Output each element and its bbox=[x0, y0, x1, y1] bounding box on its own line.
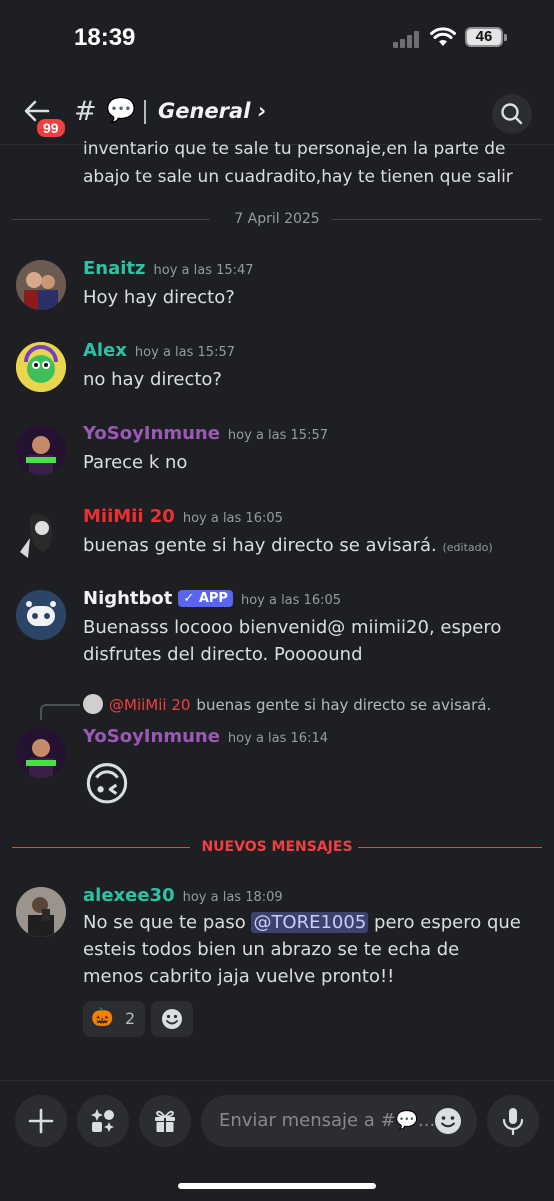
home-indicator bbox=[178, 1183, 376, 1189]
message-input-placeholder: Enviar mensaje a #💬... bbox=[219, 1110, 436, 1131]
avatar[interactable] bbox=[16, 508, 66, 558]
avatar[interactable] bbox=[16, 260, 66, 310]
date-label: 7 April 2025 bbox=[234, 211, 320, 227]
edited-label: (editado) bbox=[442, 541, 493, 554]
author-name[interactable]: YoSoyInmune hoy a las 16:14 bbox=[83, 726, 328, 747]
message-emoji: 🙃 bbox=[83, 757, 131, 811]
message-composer: Enviar mensaje a #💬... bbox=[0, 1080, 554, 1201]
timestamp: hoy a las 15:57 bbox=[134, 345, 235, 360]
message-input[interactable]: Enviar mensaje a #💬... bbox=[201, 1095, 477, 1147]
message-text: No se que te paso @TORE1005 pero espero … bbox=[83, 912, 521, 987]
timestamp: hoy a las 16:14 bbox=[227, 731, 328, 746]
author-name[interactable]: Enaitz hoy a las 15:47 bbox=[83, 258, 254, 279]
attach-button[interactable] bbox=[15, 1095, 67, 1147]
avatar[interactable] bbox=[16, 590, 66, 640]
user-mention[interactable]: @TORE1005 bbox=[251, 912, 369, 933]
new-messages-separator: NUEVOS MENSAJES bbox=[12, 838, 542, 858]
status-bar: 18:39 46 bbox=[0, 0, 554, 70]
battery-level: 46 bbox=[475, 28, 493, 45]
message-text: no hay directo? bbox=[83, 369, 222, 390]
search-icon bbox=[501, 103, 523, 125]
reaction-pill[interactable]: 🎃 2 bbox=[83, 1001, 145, 1037]
reply-avatar bbox=[83, 694, 103, 714]
app-badge: ✓ APP bbox=[178, 590, 233, 607]
timestamp: hoy a las 15:47 bbox=[153, 263, 254, 278]
author-name[interactable]: Alex hoy a las 15:57 bbox=[83, 340, 235, 361]
apps-button[interactable] bbox=[77, 1095, 129, 1147]
avatar[interactable] bbox=[16, 342, 66, 392]
channel-emoji: 💬 bbox=[106, 96, 136, 124]
previous-message-text: inventario que te sale tu personaje,en l… bbox=[83, 139, 513, 187]
microphone-icon bbox=[502, 1108, 524, 1136]
timestamp: hoy a las 15:57 bbox=[227, 428, 328, 443]
message-text: buenas gente si hay directo se avisará. … bbox=[83, 535, 493, 556]
reaction-count: 2 bbox=[125, 1009, 136, 1028]
reply-preview[interactable]: @MiiMii 20 buenas gente si hay directo se… bbox=[83, 694, 491, 714]
timestamp: hoy a las 16:05 bbox=[182, 511, 283, 526]
date-separator: 7 April 2025 bbox=[12, 210, 542, 230]
new-messages-label: NUEVOS MENSAJES bbox=[201, 839, 353, 855]
avatar[interactable] bbox=[16, 887, 66, 937]
timestamp: hoy a las 16:05 bbox=[240, 593, 342, 608]
emoji-picker-icon[interactable] bbox=[433, 1106, 463, 1136]
channel-title[interactable]: General › bbox=[158, 99, 266, 123]
signal-icon bbox=[393, 30, 423, 48]
reply-author: @MiiMii 20 bbox=[109, 696, 191, 714]
gift-icon bbox=[155, 1110, 175, 1132]
add-reaction-button[interactable] bbox=[151, 1001, 193, 1037]
battery-icon: 46 bbox=[465, 27, 507, 47]
timestamp: hoy a las 18:09 bbox=[182, 890, 283, 905]
gift-button[interactable] bbox=[139, 1095, 191, 1147]
reaction-emoji: 🎃 bbox=[91, 1007, 114, 1028]
message-text: Parece k no bbox=[83, 452, 188, 473]
author-name[interactable]: Nightbot ✓ APP hoy a las 16:05 bbox=[83, 588, 341, 609]
avatar[interactable] bbox=[16, 728, 66, 778]
reply-text: buenas gente si hay directo se avisará. bbox=[196, 696, 492, 714]
message-text: Buenasss locooo bienvenid@ miimii20, esp… bbox=[83, 617, 502, 665]
hash-icon: # bbox=[74, 96, 97, 127]
status-time: 18:39 bbox=[74, 24, 136, 51]
voice-button[interactable] bbox=[487, 1095, 539, 1147]
author-name[interactable]: YoSoyInmune hoy a las 15:57 bbox=[83, 423, 328, 444]
message-text: Hoy hay directo? bbox=[83, 287, 235, 308]
apps-icon bbox=[91, 1109, 114, 1132]
plus-icon bbox=[28, 1108, 54, 1134]
add-reaction-icon bbox=[162, 1009, 182, 1029]
wifi-icon bbox=[430, 27, 456, 46]
author-name[interactable]: MiiMii 20 hoy a las 16:05 bbox=[83, 506, 283, 527]
search-button[interactable] bbox=[492, 94, 532, 134]
reply-connector bbox=[40, 704, 80, 720]
unread-badge: 99 bbox=[34, 116, 68, 140]
header-divider bbox=[144, 100, 146, 124]
author-name[interactable]: alexee30 hoy a las 18:09 bbox=[83, 885, 283, 906]
avatar[interactable] bbox=[16, 425, 66, 475]
